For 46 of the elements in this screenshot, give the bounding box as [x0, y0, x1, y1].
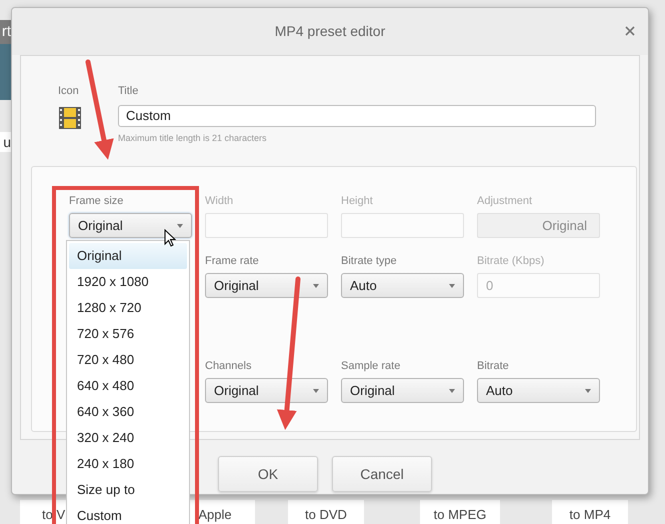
field-label: Bitrate — [477, 360, 509, 373]
background-tab[interactable]: to DVD — [288, 500, 364, 524]
field-label: Title — [118, 84, 140, 99]
caret-icon — [449, 284, 455, 288]
close-button[interactable] — [624, 25, 636, 37]
dropdown[interactable]: Original — [205, 378, 328, 403]
field-label: Adjustment — [477, 195, 532, 208]
background-text: u — [0, 132, 11, 152]
caret-icon — [585, 388, 591, 392]
dropdown[interactable]: Original — [69, 213, 192, 238]
field-label: Frame size — [69, 195, 124, 208]
dropdown[interactable]: Auto — [477, 378, 600, 403]
dialog-button[interactable]: Cancel — [332, 456, 432, 492]
field-label: Width — [205, 195, 234, 208]
dialog-button[interactable]: OK — [218, 456, 318, 492]
caret-icon — [313, 284, 319, 288]
dropdown-option[interactable]: 720 x 480 — [69, 347, 187, 373]
dropdown-option[interactable]: 720 x 576 — [69, 321, 187, 347]
dropdown-option[interactable]: 640 x 480 — [69, 373, 187, 399]
dropdown-option[interactable]: 240 x 180 — [69, 451, 187, 477]
dropdown[interactable]: Auto — [341, 273, 464, 298]
dropdown-option[interactable]: 320 x 240 — [69, 425, 187, 451]
dropdown-option[interactable]: 1280 x 720 — [69, 295, 187, 321]
window-title: MP4 preset editor — [274, 22, 386, 41]
background-tab[interactable]: to MP4 — [552, 500, 628, 524]
field-label: Channels — [205, 360, 252, 373]
field-label: Bitrate (Kbps) — [477, 255, 544, 268]
field-label: Sample rate — [341, 360, 400, 373]
dropdown-option[interactable]: Size up to — [69, 477, 187, 503]
field-label: Frame rate — [205, 255, 259, 268]
film-icon[interactable] — [58, 106, 82, 130]
caret-icon — [313, 388, 319, 392]
dropdown[interactable]: Original — [341, 378, 464, 403]
dropdown-option[interactable]: 640 x 360 — [69, 399, 187, 425]
caret-icon — [449, 388, 455, 392]
field-label: Icon — [58, 84, 80, 99]
dropdown-option[interactable]: 1920 x 1080 — [69, 269, 187, 295]
hint-text: Maximum title length is 21 characters — [118, 132, 268, 145]
dropdown[interactable]: Original — [205, 273, 328, 298]
field-label: Bitrate type — [341, 255, 397, 268]
caret-icon — [177, 224, 183, 228]
background-text: rt — [0, 20, 11, 44]
title-input[interactable]: Custom — [118, 104, 596, 126]
field-label: Height — [341, 195, 373, 208]
background-tab[interactable]: to MPEG — [420, 500, 500, 524]
dropdown-option[interactable]: Original — [69, 243, 187, 269]
